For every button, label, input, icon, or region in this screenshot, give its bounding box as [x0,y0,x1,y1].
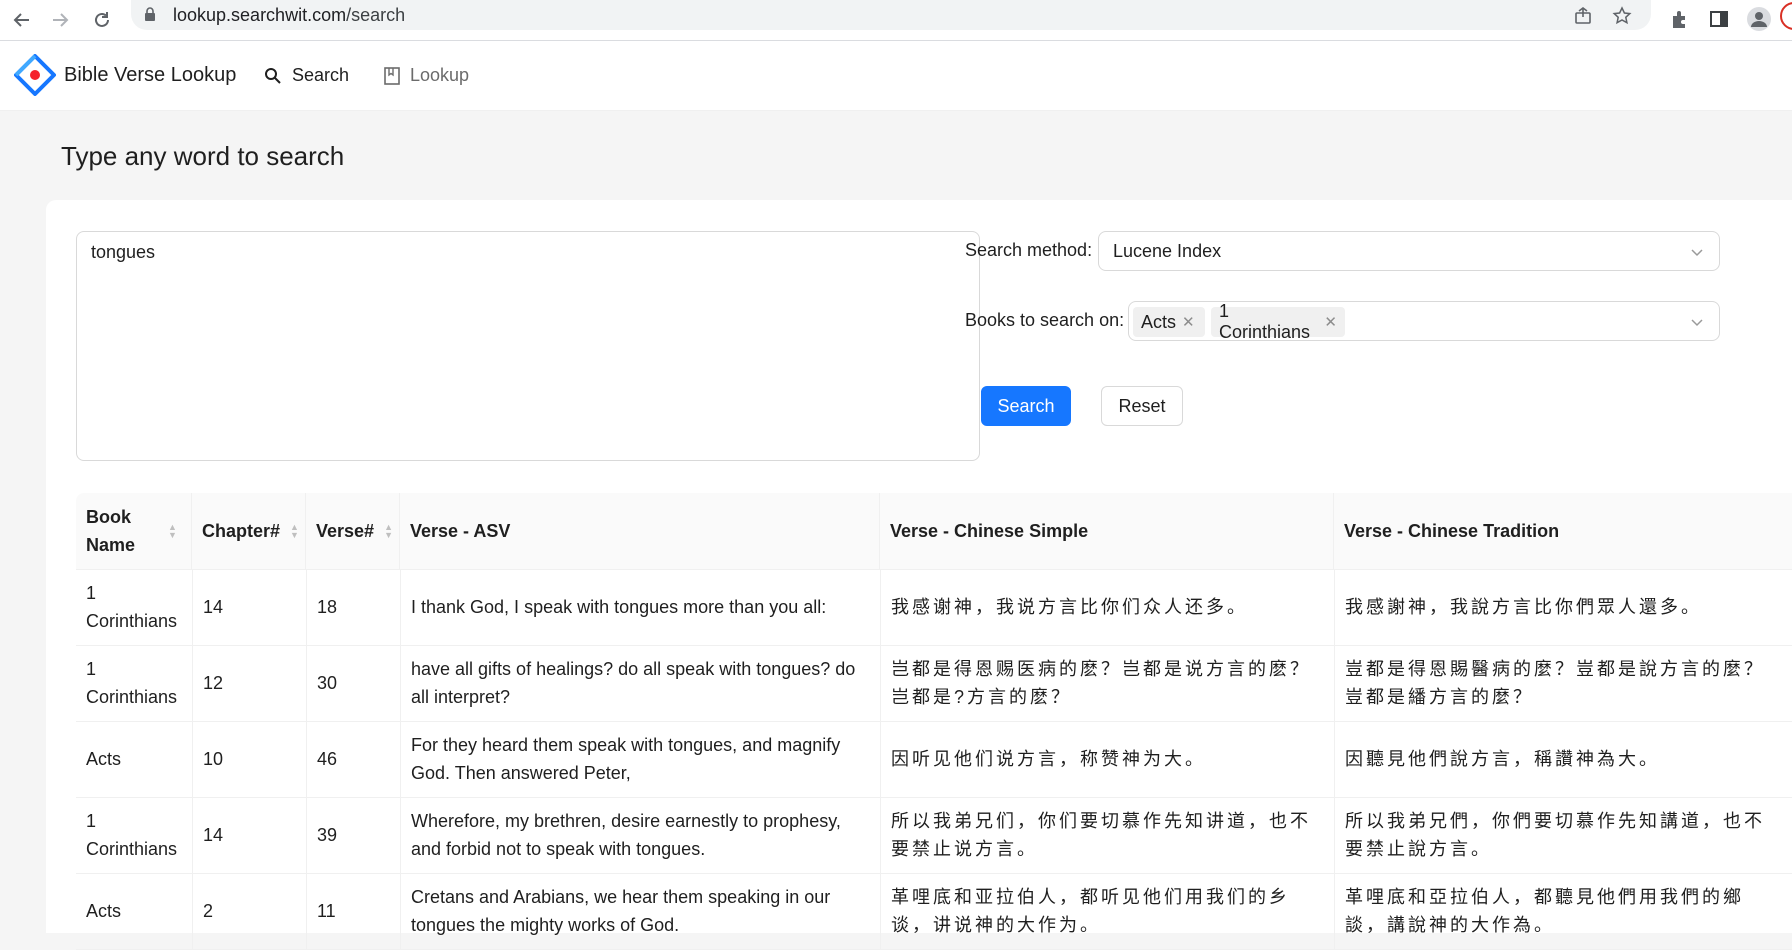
back-icon[interactable] [8,6,36,34]
column-header-book-label: Book Name [86,507,136,555]
cell-chinese-tradition: 所以我弟兄們，你們要切慕作先知講道，也不要禁止說方言。 [1334,797,1792,873]
profile-icon[interactable] [1746,6,1772,32]
books-label: Books to search on: [965,310,1125,330]
address-bar[interactable]: lookup.searchwit.com/search [131,0,1651,30]
sort-icon[interactable]: ▲ ▼ [290,523,299,540]
cell-verse: 30 [306,645,400,721]
table-row: Acts 2 11 Cretans and Arabians, we hear … [76,873,1792,950]
column-header-verse[interactable]: Verse# ▲ ▼ [306,493,400,569]
table-row: 1 Corinthians 14 39 Wherefore, my brethr… [76,797,1792,874]
cell-verse: 11 [306,873,400,949]
star-icon[interactable] [1610,4,1634,28]
books-select[interactable]: Acts ✕ 1 Corinthians ✕ [1128,301,1720,342]
sidepanel-icon[interactable] [1706,6,1732,32]
nav-lookup[interactable]: Lookup [384,65,469,86]
cell-chapter: 14 [192,797,306,873]
page-title: Type any word to search [61,141,345,171]
reload-icon[interactable] [88,6,116,34]
search-icon [265,67,281,84]
sort-icon[interactable]: ▲ ▼ [384,523,393,540]
cell-chapter: 14 [192,569,306,645]
url-text: lookup.searchwit.com/search [173,5,406,25]
nav-search[interactable]: Search [264,65,349,86]
share-icon[interactable] [1571,4,1595,28]
column-header-chinese-simple: Verse - Chinese Simple [880,493,1334,569]
tag-acts-label: Acts [1141,311,1177,332]
table-header: Book Name ▲ ▼ Chapter# ▲ ▼ Verse# ▲ ▼ Verse… [76,493,1792,570]
table-row: 1 Corinthians 12 30 have all gifts of he… [76,645,1792,722]
cell-asv: For they heard them speak with tongues, … [400,721,880,797]
forward-icon[interactable] [46,6,74,34]
close-icon[interactable]: ✕ [1182,313,1195,331]
column-header-chapter-label: Chapter# [202,521,281,541]
tag-1-corinthians: 1 Corinthians ✕ [1211,301,1345,342]
nav-lookup-label: Lookup [410,65,470,85]
browser-toolbar: lookup.searchwit.com/search [0,0,1792,41]
menu-badge-icon[interactable] [1780,2,1792,30]
book-icon [384,66,400,85]
tag-1-corinthians-label: 1 Corinthians [1219,301,1311,342]
brand[interactable]: Bible Verse Lookup [14,54,237,96]
cell-asv: I thank God, I speak with tongues more t… [400,569,880,645]
cell-chinese-simple: 我感谢神，我说方言比你们众人还多。 [880,569,1334,645]
cell-chinese-simple: 革哩底和亚拉伯人，都听见他们用我们的乡谈，讲说神的大作为。 [880,873,1334,949]
nav-search-label: Search [292,65,350,85]
cell-book: 1 Corinthians [86,811,178,859]
cell-book: Acts [86,901,122,921]
cell-book: 1 Corinthians [86,583,178,631]
column-header-chapter[interactable]: Chapter# ▲ ▼ [192,493,306,569]
table-row: Acts 10 46 For they heard them speak wit… [76,721,1792,798]
cell-chapter: 2 [192,873,306,949]
chevron-down-icon [1691,249,1703,257]
cell-chinese-tradition: 革哩底和亞拉伯人，都聽見他們用我們的鄉談，講說神的大作為。 [1334,873,1792,949]
search-button[interactable]: Search [981,386,1071,426]
cell-verse: 39 [306,797,400,873]
sort-icon[interactable]: ▲ ▼ [168,523,177,540]
cell-asv: Cretans and Arabians, we hear them speak… [400,873,880,949]
cell-chapter: 12 [192,645,306,721]
column-header-verse-label: Verse# [316,521,375,541]
cell-book: 1 Corinthians [86,659,178,707]
cell-chinese-tradition: 我感謝神，我說方言比你們眾人還多。 [1334,569,1792,645]
reset-button[interactable]: Reset [1101,386,1183,426]
chevron-down-icon [1691,319,1703,327]
cell-chinese-simple: 所以我弟兄们，你们要切慕作先知讲道，也不要禁止说方言。 [880,797,1334,873]
app-title: Bible Verse Lookup [64,63,237,86]
cell-chinese-simple: 因听见他们说方言，称赞神为大。 [880,721,1334,797]
cell-chapter: 10 [192,721,306,797]
search-method-label: Search method: [965,240,1093,260]
cell-chinese-simple: 岂都是得恩赐医病的麽？岂都是说方言的麽？岂都是?方言的麽？ [880,645,1334,721]
table-row: 1 Corinthians 14 18 I thank God, I speak… [76,569,1792,646]
app-header: Bible Verse Lookup Search Lookup [0,41,1792,111]
column-header-book[interactable]: Book Name ▲ ▼ [76,493,192,569]
close-icon[interactable]: ✕ [1324,313,1337,331]
cell-book: Acts [86,749,122,769]
tag-acts: Acts ✕ [1133,307,1205,337]
cell-verse: 18 [306,569,400,645]
logo-icon [14,54,56,96]
cell-chinese-tradition: 因聽見他們說方言，稱讚神為大。 [1334,721,1792,797]
extensions-icon[interactable] [1667,6,1693,32]
lock-icon [145,7,155,21]
column-header-asv: Verse - ASV [400,493,880,569]
cell-asv: Wherefore, my brethren, desire earnestly… [400,797,880,873]
column-header-chinese-tradition: Verse - Chinese Tradition [1344,521,1560,541]
cell-verse: 46 [306,721,400,797]
search-method-value: Lucene Index [1113,241,1222,261]
cell-asv: have all gifts of healings? do all speak… [400,645,880,721]
search-method-select[interactable]: Lucene Index [1098,231,1720,271]
search-query-input[interactable]: tongues [76,231,980,461]
cell-chinese-tradition: 豈都是得恩賜醫病的麼？豈都是說方言的麼？豈都是繙方言的麼？ [1334,645,1792,721]
